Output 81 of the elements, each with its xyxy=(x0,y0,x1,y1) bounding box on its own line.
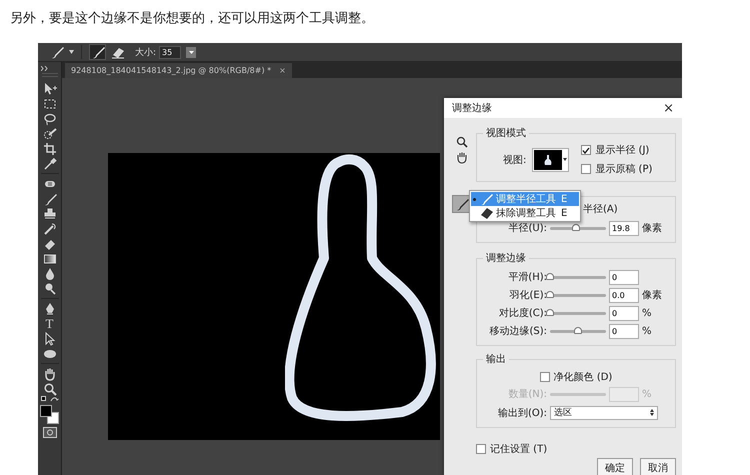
move-icon[interactable] xyxy=(42,82,56,96)
swap-colors-icon[interactable] xyxy=(40,396,58,403)
size-dropdown-button[interactable] xyxy=(186,46,196,58)
eyedropper-icon[interactable] xyxy=(42,156,56,170)
slider-thumb[interactable] xyxy=(546,290,554,298)
check-icon xyxy=(582,146,590,154)
quick-mask-icon[interactable] xyxy=(42,427,56,438)
checkbox-label: 记住设置 (T) xyxy=(490,442,548,456)
slider-track xyxy=(550,392,606,396)
close-button[interactable]: × xyxy=(663,100,674,116)
checkbox[interactable] xyxy=(476,444,486,454)
unit-label: 像素 xyxy=(642,288,663,302)
bottle-thumbnail-icon xyxy=(544,154,552,166)
slider-thumb[interactable] xyxy=(574,326,582,334)
quick-selection-icon[interactable] xyxy=(42,126,56,140)
checkbox-label: 显示原稿 (P) xyxy=(595,162,652,176)
section-title: 调整边缘 xyxy=(485,252,527,265)
input-field[interactable]: 0 xyxy=(609,306,639,320)
input-field[interactable]: 0.0 xyxy=(609,288,639,302)
caption-text: 另外，要是这个边缘不是你想要的，还可以用这两个工具调整。 xyxy=(10,11,374,26)
slider-thumb[interactable] xyxy=(572,224,580,230)
input-field[interactable]: 0 xyxy=(609,324,639,338)
checkbox-label: 显示半径 (J) xyxy=(595,144,650,157)
field-label: 输出到(O): xyxy=(496,406,547,420)
slider-track[interactable] xyxy=(550,226,606,230)
slider-track[interactable] xyxy=(550,330,606,332)
close-tab-button[interactable]: × xyxy=(279,66,286,75)
document-title: 9248108_184041548143_2.jpg @ 80%(RGB/8#) * xyxy=(71,66,272,75)
unit-label: % xyxy=(642,308,653,318)
unit-label: 像素 xyxy=(642,222,663,235)
section-title: 视图模式 xyxy=(485,126,527,140)
crop-icon[interactable] xyxy=(42,142,56,156)
brush-icon xyxy=(455,197,469,211)
lasso-icon[interactable] xyxy=(42,112,56,126)
dropdown-arrows-icon xyxy=(650,409,654,416)
dialog-title: 调整边缘 xyxy=(452,102,492,115)
hand-icon[interactable] xyxy=(456,151,468,164)
field-label: 对比度(C): xyxy=(498,306,547,320)
field-label: 平滑(H): xyxy=(507,271,547,284)
input-field[interactable]: 19.8 xyxy=(609,220,639,236)
ok-button[interactable]: 确定 xyxy=(597,458,633,475)
unit-label: % xyxy=(642,326,653,336)
cancel-button[interactable]: 取消 xyxy=(640,458,676,475)
caret-icon xyxy=(188,50,194,54)
refine-radius-tool-button[interactable] xyxy=(89,44,106,60)
size-field[interactable]: 35 xyxy=(159,46,182,58)
field-label: 视图: xyxy=(503,154,526,166)
output-dropdown[interactable]: 选区 xyxy=(550,406,658,420)
section-title: 输出 xyxy=(485,352,507,366)
checkbox-label: 净化颜色 (D) xyxy=(554,370,612,384)
slider-thumb[interactable] xyxy=(546,308,554,316)
checkbox[interactable] xyxy=(581,145,592,155)
brush-icon xyxy=(481,194,493,204)
slider-thumb[interactable] xyxy=(546,272,554,280)
size-label: 大小: xyxy=(135,46,156,58)
input-field[interactable]: 0 xyxy=(609,270,639,284)
document-tab[interactable]: 9248108_184041548143_2.jpg @ 80%(RGB/8#) * × xyxy=(65,63,292,78)
collapse-icon[interactable] xyxy=(41,66,49,71)
field-label: 羽化(E): xyxy=(508,289,547,302)
field-label: 数量(N): xyxy=(507,388,547,401)
field-label: 移动边缘(S): xyxy=(488,324,547,338)
path-selection-icon[interactable] xyxy=(42,332,56,346)
eraser-icon xyxy=(110,45,124,59)
color-swatches-icon[interactable] xyxy=(40,405,59,424)
zoom-icon[interactable] xyxy=(42,382,56,396)
checkbox-label: 半径(A) xyxy=(583,204,618,215)
stamp-icon[interactable] xyxy=(42,206,56,220)
marquee-icon[interactable] xyxy=(42,96,56,110)
field-label: 半径(U): xyxy=(508,222,547,235)
checkbox[interactable] xyxy=(540,372,550,382)
caret-icon[interactable] xyxy=(69,50,74,54)
menu-item[interactable]: 抹除调整工具 E xyxy=(471,206,579,220)
caret-icon xyxy=(563,158,568,161)
checkbox[interactable] xyxy=(581,164,592,174)
view-dropdown[interactable] xyxy=(532,148,570,172)
type-tool[interactable]: T xyxy=(46,316,54,331)
gradient-icon[interactable] xyxy=(42,252,56,266)
brush-icon[interactable] xyxy=(50,44,66,60)
hand-icon[interactable] xyxy=(42,366,56,380)
search-icon[interactable] xyxy=(456,136,468,148)
unit-label: % xyxy=(642,388,653,400)
